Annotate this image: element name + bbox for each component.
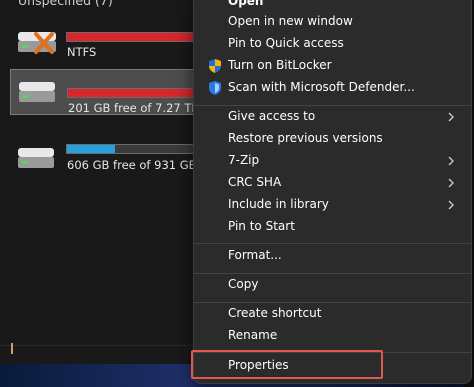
menu-item-rename[interactable]: Rename xyxy=(200,325,465,347)
drive-label: NTFS xyxy=(67,45,97,59)
shield-icon xyxy=(209,59,221,73)
menu-item-restore-versions[interactable]: Restore previous versions xyxy=(200,128,465,150)
menu-separator xyxy=(194,243,471,244)
menu-item-label: Create shortcut xyxy=(228,306,322,320)
menu-item-pin-start[interactable]: Pin to Start xyxy=(200,216,465,238)
menu-item-7zip[interactable]: 7-Zip xyxy=(200,150,465,172)
menu-item-label: Give access to xyxy=(228,109,316,123)
properties-highlight-box xyxy=(191,350,383,379)
menu-item-label: Open xyxy=(228,0,264,8)
menu-item-label: Turn on BitLocker xyxy=(228,58,332,72)
defender-icon xyxy=(209,81,221,95)
usage-bar xyxy=(66,32,204,42)
menu-item-label: Copy xyxy=(228,277,259,291)
drive-item-selected[interactable]: 201 GB free of 7.27 TB xyxy=(10,69,205,115)
menu-item-label: CRC SHA xyxy=(228,175,282,189)
usage-bar-fill xyxy=(68,89,204,97)
usage-bar xyxy=(67,88,205,98)
usage-bar-fill xyxy=(67,33,203,41)
menu-item-label: Rename xyxy=(228,328,278,342)
drive-label: 201 GB free of 7.27 TB xyxy=(68,101,200,115)
chevron-right-icon xyxy=(448,112,454,122)
context-menu: Open Open in new window Pin to Quick acc… xyxy=(193,0,472,384)
chevron-right-icon xyxy=(448,200,454,210)
menu-item-defender-scan[interactable]: Scan with Microsoft Defender... xyxy=(200,77,465,99)
usage-bar xyxy=(66,144,204,154)
drive-label: 606 GB free of 931 GB xyxy=(67,158,197,172)
menu-item-pin-quick-access[interactable]: Pin to Quick access xyxy=(200,33,465,55)
menu-item-label: Restore previous versions xyxy=(228,131,383,145)
chevron-right-icon xyxy=(448,156,454,166)
menu-item-bitlocker[interactable]: Turn on BitLocker xyxy=(200,55,465,77)
menu-item-format[interactable]: Format... xyxy=(200,245,465,267)
menu-item-give-access[interactable]: Give access to xyxy=(200,106,465,128)
drive-error-icon xyxy=(18,32,56,54)
menu-item-label: Pin to Quick access xyxy=(228,36,344,50)
menu-item-label: Scan with Microsoft Defender... xyxy=(228,80,415,94)
menu-item-open-new-window[interactable]: Open in new window xyxy=(200,11,465,33)
hard-drive-icon xyxy=(18,148,54,168)
menu-item-label: Open in new window xyxy=(228,14,353,28)
menu-item-include-library[interactable]: Include in library xyxy=(200,194,465,216)
menu-item-crc-sha[interactable]: CRC SHA xyxy=(200,172,465,194)
menu-item-label: Include in library xyxy=(228,197,329,211)
caret-marker xyxy=(11,343,13,354)
menu-item-label: 7-Zip xyxy=(228,153,260,167)
usage-bar-fill xyxy=(67,145,115,153)
menu-item-label: Pin to Start xyxy=(228,219,295,233)
menu-item-create-shortcut[interactable]: Create shortcut xyxy=(200,303,465,325)
hard-drive-icon xyxy=(19,82,55,102)
menu-item-copy[interactable]: Copy xyxy=(200,274,465,296)
menu-item-label: Format... xyxy=(228,248,282,262)
drive-item-ntfs[interactable]: NTFS xyxy=(10,20,204,66)
group-header[interactable]: Unspecified (7) xyxy=(18,0,113,8)
drive-item-931gb[interactable]: 606 GB free of 931 GB xyxy=(10,136,204,182)
chevron-right-icon xyxy=(448,178,454,188)
